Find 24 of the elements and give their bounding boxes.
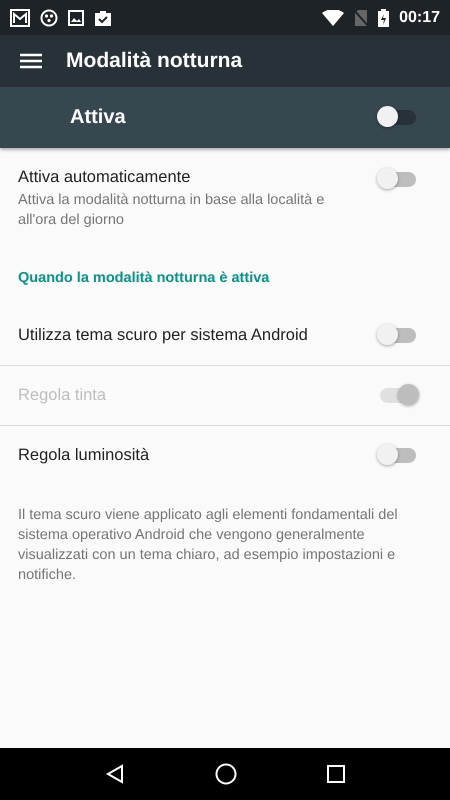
setting-title: Attiva automaticamente <box>18 168 192 187</box>
no-sim-icon <box>354 8 368 26</box>
image-icon <box>68 10 84 26</box>
section-header: Quando la modalità notturna è attiva <box>17 269 270 288</box>
setting-row[interactable]: Utilizza tema scuro per sistema Android <box>0 306 450 366</box>
footer-note: Il tema scuro viene applicato agli elementi fondamentali del sistema operativo Android che vengono generalmente visualizzati con un tema chiaro, ad esempio impostazioni e notifiche. <box>18 506 399 585</box>
battery-charging-icon <box>378 8 390 26</box>
circle-dots-icon <box>40 8 58 26</box>
setting-row[interactable]: Attiva automaticamente Attiva la modalità notturna in base alla località e all'ora del giorno <box>0 148 450 248</box>
home-icon[interactable] <box>215 763 237 785</box>
menu-icon[interactable] <box>20 53 42 69</box>
recents-icon[interactable] <box>327 765 345 783</box>
setting-summary: Attiva la modalità notturna in base alla località e all'ora del giorno <box>18 191 326 230</box>
setting-row[interactable]: Regola luminosità <box>0 426 450 485</box>
mail-icon <box>10 8 30 26</box>
setting-title: Regola tinta <box>18 386 106 405</box>
setting-title: Utilizza tema scuro per sistema Android <box>18 326 308 345</box>
clock-time: 00:17 <box>399 8 440 26</box>
master-switch-label: Attiva <box>70 106 126 129</box>
back-icon[interactable] <box>105 764 125 784</box>
briefcase-check-icon <box>94 8 112 26</box>
screen-title: Modalità notturna <box>66 49 242 73</box>
setting-title: Regola luminosità <box>18 446 150 465</box>
wifi-icon <box>322 10 344 26</box>
